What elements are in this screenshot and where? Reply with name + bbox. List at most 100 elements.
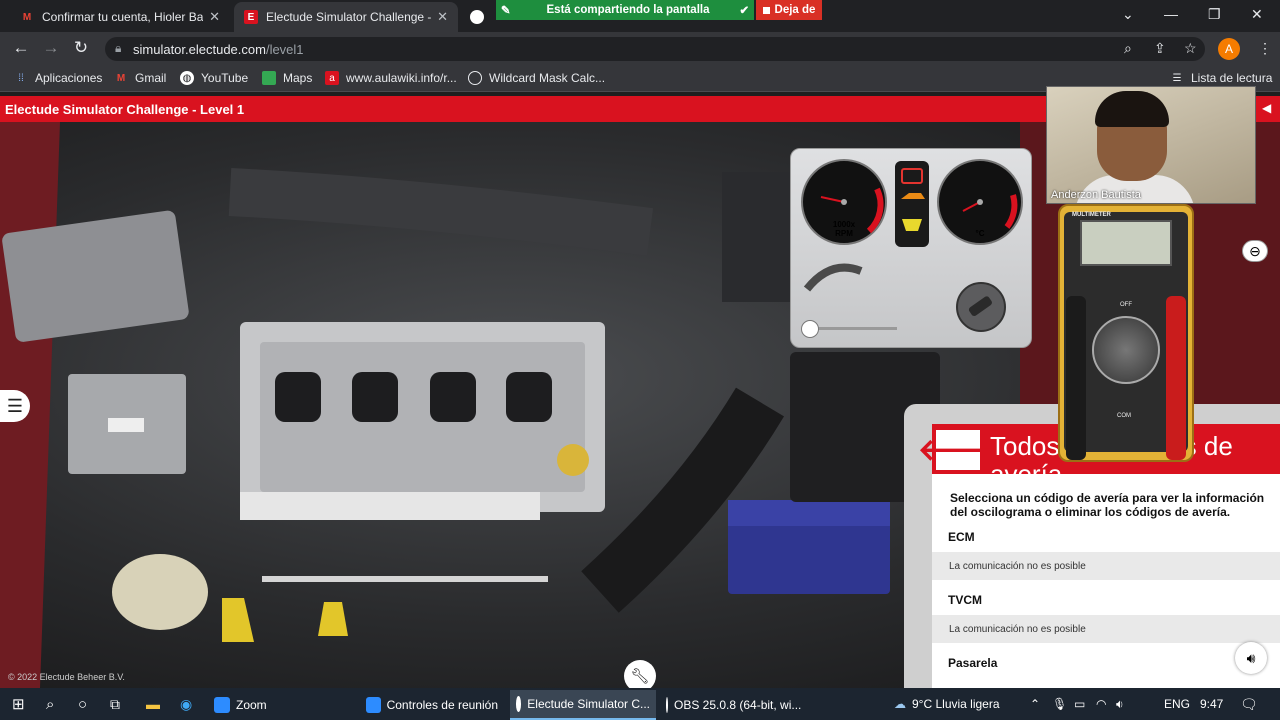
stop-icon [762,6,770,14]
network-icon[interactable]: ▭ [1074,688,1085,720]
reading-list-label: Lista de lectura [1191,71,1273,85]
minimize-icon[interactable]: — [1164,6,1178,22]
ignition-key-icon [803,263,863,292]
url-path: /level1 [265,41,304,57]
washer-cap[interactable] [222,598,254,642]
taskbar-app-label: Electude Simulator C... [527,697,650,711]
speaker-icon[interactable]: 🔉︎ [1116,688,1124,720]
dashboard-gauge-panel: 1000x RPM °C [790,148,1032,348]
obs-app-icon [666,697,668,713]
windows-start-icon[interactable]: ⊞ [12,688,25,720]
volume-icon[interactable]: 🔊︎ [1235,642,1267,674]
oil-cap[interactable] [557,444,589,476]
aulawiki-icon: a [325,71,339,85]
task-view-icon[interactable]: ⧉ [110,688,120,720]
bookmark-maps[interactable]: Maps [262,71,312,85]
ecu-item-ecm[interactable]: ECM [948,530,975,544]
back-icon[interactable]: ← [10,38,32,58]
search-icon[interactable]: ⌕ [46,688,54,720]
reading-list[interactable]: ☰ Lista de lectura [1170,71,1273,85]
bookmark-apps[interactable]: ⁞⁞ Aplicaciones [14,71,102,85]
url-domain: simulator.electude.com [133,41,266,57]
bookmark-label: Maps [283,71,313,85]
cortana-icon[interactable]: ○ [78,688,87,720]
bookmark-star-icon[interactable]: ☆ [1184,40,1197,57]
warning-lights [895,161,929,247]
black-probe[interactable] [1066,296,1086,460]
clock[interactable]: 9:47 [1200,688,1223,720]
fuse-box[interactable] [722,172,792,302]
taskbar-app-zoom[interactable]: Zoom [208,690,356,720]
participant-hair [1095,91,1169,127]
rpm-gauge: 1000x RPM [801,159,887,245]
bookmark-youtube[interactable]: ◍ YouTube [180,71,248,85]
bookmark-label: Aplicaciones [35,71,103,85]
battery[interactable] [728,500,890,594]
language-indicator[interactable]: ENG [1164,688,1190,720]
taskbar-app-label: OBS 25.0.8 (64-bit, wi... [674,698,802,712]
ecu-status-tvcm: La comunicación no es posible [932,615,1280,643]
tab-gmail[interactable]: M Confirmar tu cuenta, Hioler Bauti ✕ [10,2,230,32]
reading-list-icon: ☰ [1172,72,1182,84]
stop-sharing-button[interactable]: Deja de [756,0,822,20]
tab-electude[interactable]: E Electude Simulator Challenge - L ✕ [234,2,458,32]
close-tab-icon[interactable]: ✕ [437,9,448,25]
taskbar-app-obs[interactable]: OBS 25.0.8 (64-bit, wi... [660,690,806,720]
address-bar[interactable]: 🔒︎ simulator.electude.com/level1 [105,37,1205,61]
throttle-slider-knob[interactable] [801,320,819,338]
ecu-item-tvcm[interactable]: TVCM [948,593,982,607]
file-explorer-icon[interactable]: ▬ [146,688,160,720]
tab-title: Confirmar tu cuenta, Hioler Bauti [42,10,204,24]
red-probe[interactable] [1166,296,1186,460]
back-arrow-icon[interactable]: 🡐 [918,430,998,470]
weather-widget[interactable]: ☁ 9°C Lluvia ligera [894,688,1000,720]
fault-panel-description: Selecciona un código de avería para ver … [950,491,1265,519]
temp-unit-text: °C [976,229,985,238]
forward-icon[interactable]: → [40,38,62,58]
multimeter-range-dial[interactable] [1092,316,1160,384]
ecu-item-pasarela[interactable]: Pasarela [948,656,997,670]
taskbar-app-chrome[interactable]: Electude Simulator C... [510,690,656,720]
close-tab-icon[interactable]: ✕ [209,9,220,25]
globe-icon: ◍ [180,71,194,85]
chevron-up-icon[interactable]: ⌃ [1030,688,1040,720]
gmail-icon: M [22,11,32,23]
collapse-arrow-icon[interactable]: ◀ [1262,101,1271,115]
ignition-switch-knob[interactable] [956,282,1006,332]
profile-avatar[interactable]: A [1218,38,1240,60]
chrome-app-icon [516,696,522,712]
zoom-app-icon [366,697,381,713]
taskbar-app-label: Zoom [236,698,267,712]
maps-icon [262,71,276,85]
tab-third[interactable]: N [460,2,496,32]
zoom-icon[interactable]: ⌕ [1124,40,1132,57]
close-window-icon[interactable]: ✕ [1251,6,1263,23]
bookmark-label: Wildcard Mask Calc... [489,71,606,85]
video-call-overlay[interactable]: Anderzon Bautista [1046,86,1256,204]
bookmark-label: www.aulawiki.info/r... [346,71,457,85]
restore-icon[interactable]: ❐ [1208,6,1221,23]
reload-icon[interactable]: ↻ [70,38,92,58]
share-pin-icon: ✎ [500,5,511,17]
rpm-unit-text: 1000x [833,220,856,229]
menu-icon[interactable]: ⋮ [1258,40,1272,57]
tab-search-icon[interactable]: ⌄ [1122,6,1134,23]
wifi-icon[interactable]: ◠ [1096,688,1106,720]
zoom-out-button[interactable]: ⊖ [1242,240,1268,262]
taskbar-app-meeting-controls[interactable]: Controles de reunión [360,690,504,720]
stop-sharing-label: Deja de [774,4,816,16]
share-icon[interactable]: ⇪ [1154,40,1166,57]
dipstick-handle[interactable] [318,602,348,636]
microphone-icon[interactable]: 🎙︎ [1052,688,1067,720]
cloud-rain-icon: ☁ [894,697,906,711]
bookmark-aulawiki[interactable]: a www.aulawiki.info/r... [325,71,457,85]
screen-share-banner: ✎ Está compartiendo la pantalla ✔ [496,0,754,20]
bookmark-wildcard[interactable]: Wildcard Mask Calc... [468,71,605,85]
notifications-icon[interactable]: 🗨︎ [1240,688,1258,720]
tab-title: Electude Simulator Challenge - L [266,10,432,24]
bookmark-label: Gmail [135,71,167,85]
apps-grid-icon: ⁞⁞ [18,72,24,84]
bookmark-gmail[interactable]: M Gmail [114,71,167,85]
edge-icon[interactable]: ◉ [180,688,192,720]
coolant-reservoir[interactable] [112,554,208,630]
